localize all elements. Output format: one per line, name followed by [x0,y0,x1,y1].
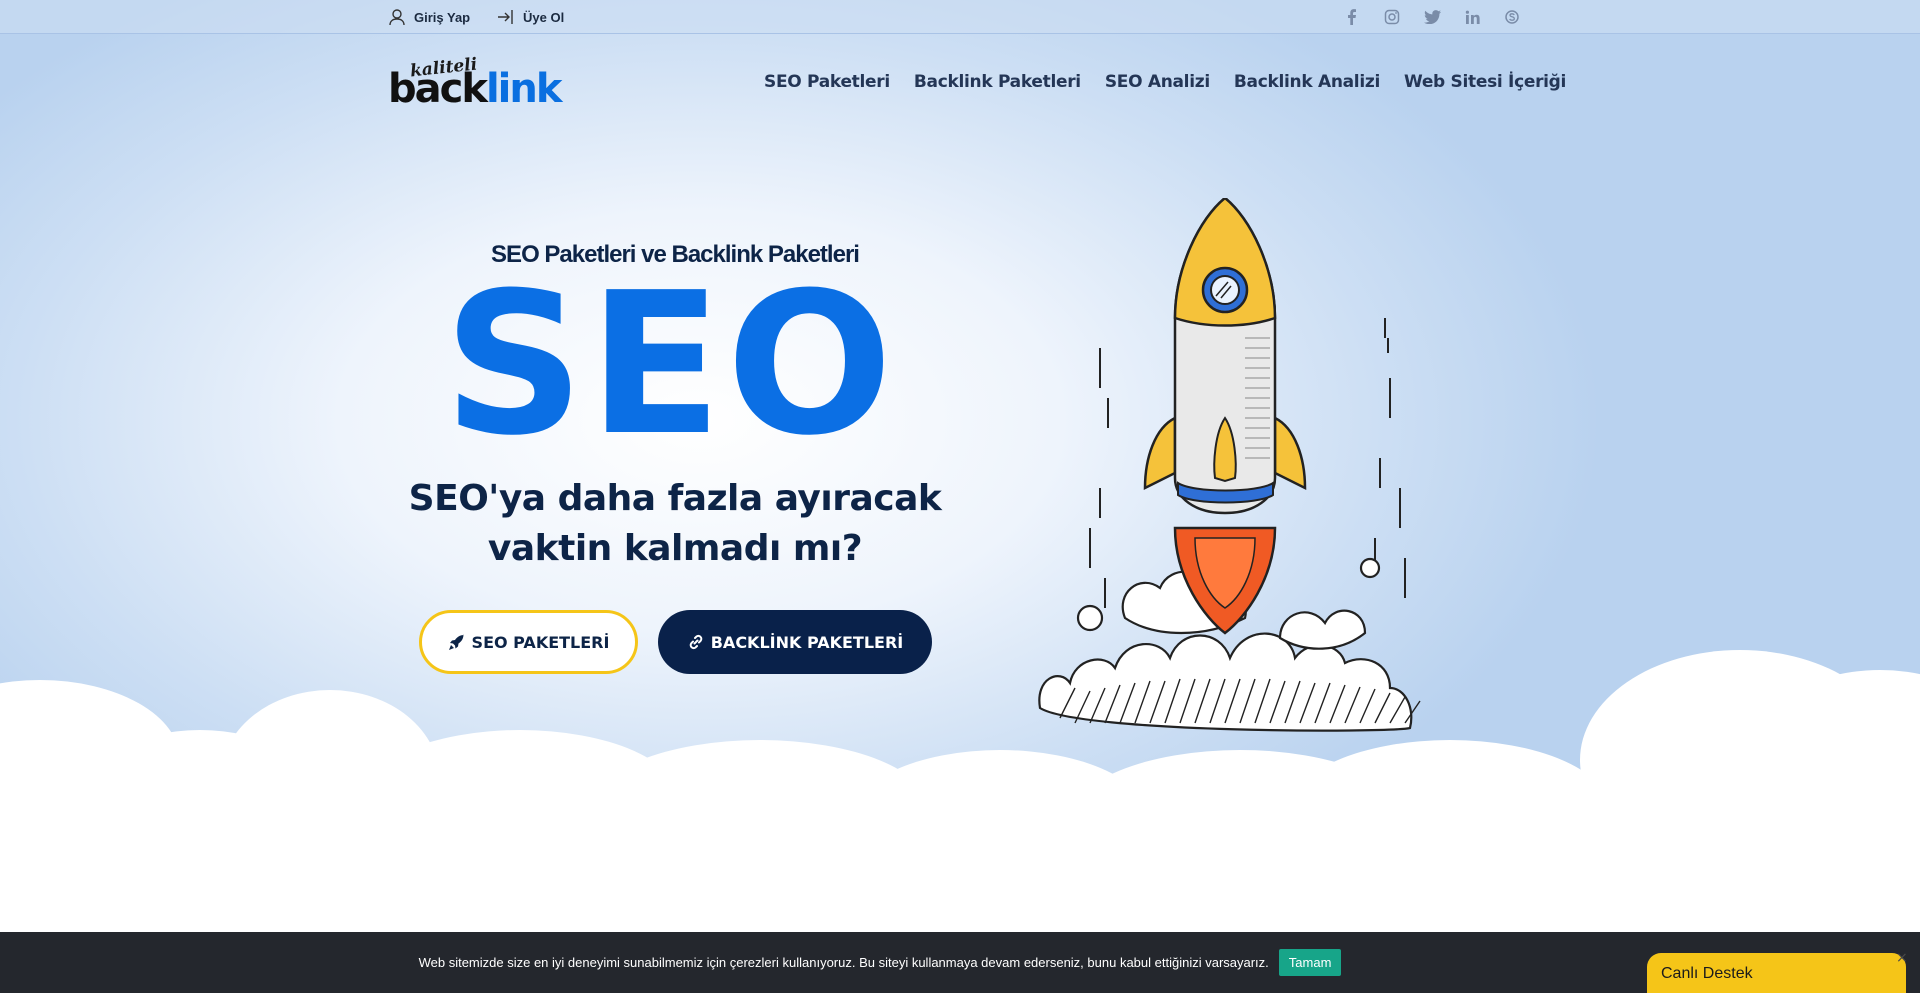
nav-backlink-packages[interactable]: Backlink Paketleri [914,72,1081,92]
backlink-packages-button[interactable]: BACKLİNK PAKETLERİ [658,610,932,674]
logo-word: backlink [388,66,562,112]
site-logo[interactable]: kaliteli backlink [388,55,572,112]
live-support-label: Canlı Destek [1661,965,1753,982]
instagram-icon[interactable] [1382,7,1402,27]
linkedin-icon[interactable] [1462,7,1482,27]
hero-question-line2: vaktin kalmadı mı? [487,528,863,569]
seo-packages-button[interactable]: SEO PAKETLERİ [419,610,638,674]
backlink-packages-label: BACKLİNK PAKETLERİ [710,632,904,652]
hero-background [0,0,1920,932]
rocket-illustration [1038,198,1421,732]
sign-in-icon [498,10,513,24]
nav-seo-analysis[interactable]: SEO Analizi [1105,72,1210,92]
live-support-close-button[interactable]: × [1896,950,1908,966]
login-link[interactable]: Giriş Yap [388,8,470,26]
social-links [1342,7,1542,27]
top-bar: Giriş Yap Üye Ol [0,0,1920,34]
cookie-banner: Web sitemizde size en iyi deneyimi sunab… [0,932,1920,993]
main-nav: SEO Paketleri Backlink Paketleri SEO Ana… [764,72,1590,92]
cookie-accept-button[interactable]: Tamam [1278,949,1342,976]
user-icon [389,9,405,26]
register-link[interactable]: Üye Ol [497,8,564,26]
cookie-message: Web sitemizde size en iyi deneyimi sunab… [418,955,1269,970]
hero-question: SEO'ya daha fazla ayıracak vaktin kalmad… [400,474,950,574]
twitter-icon[interactable] [1422,7,1442,27]
rocket-icon [448,634,464,650]
live-support-tab[interactable]: Canlı Destek [1647,953,1906,993]
link-icon [689,634,702,650]
nav-website-content[interactable]: Web Sitesi İçeriği [1404,72,1566,92]
skype-icon[interactable] [1502,7,1522,27]
facebook-icon[interactable] [1342,7,1362,27]
login-label: Giriş Yap [414,9,471,25]
hero-question-line1: SEO'ya daha fazla ayıracak [408,478,942,519]
hero-big-word: SEO [443,251,897,479]
clouds-decoration [0,650,1920,932]
register-label: Üye Ol [523,9,565,25]
nav-backlink-analysis[interactable]: Backlink Analizi [1234,72,1380,92]
seo-packages-label: SEO PAKETLERİ [471,632,610,652]
nav-seo-packages[interactable]: SEO Paketleri [764,72,890,92]
